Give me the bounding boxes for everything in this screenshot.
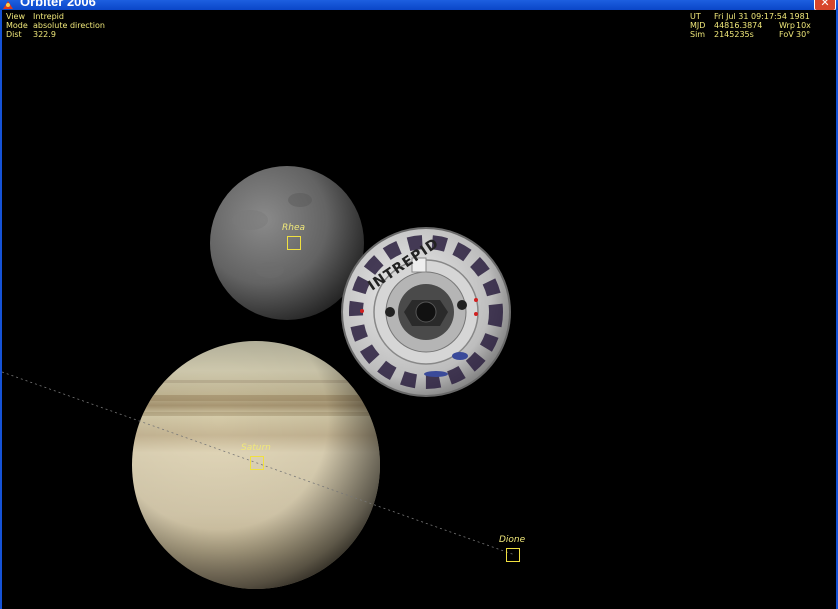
hud-key: Sim: [690, 30, 706, 39]
hud-key: UT: [690, 12, 701, 21]
hud-row-mode: Mode absolute direction: [6, 21, 105, 30]
space-scene[interactable]: INTREPID: [0, 0, 838, 609]
hud-value: absolute direction: [33, 21, 105, 30]
dione-marker[interactable]: [506, 548, 520, 562]
saturn-label: Saturn: [241, 443, 271, 453]
hud-key-fov: FoV: [779, 30, 794, 39]
hud-value-warp: 10x: [796, 21, 811, 30]
intrepid-spacecraft[interactable]: INTREPID: [341, 227, 511, 397]
hud-key: View: [6, 12, 25, 21]
hud-row-mjd: MJD 44816.3874 Wrp10x: [690, 21, 811, 30]
hud-row-view: View Intrepid: [6, 12, 105, 21]
hud-key-warp: Wrp: [779, 21, 795, 30]
hud-row-ut: UT Fri Jul 31 09:17:54 1981: [690, 12, 811, 21]
rhea-label: Rhea: [282, 223, 306, 233]
rhea-marker[interactable]: [287, 236, 301, 250]
window-frame-left: [0, 10, 2, 609]
hud-row-dist: Dist 322.9: [6, 30, 105, 39]
hud-key: Mode: [6, 21, 28, 30]
hud-value: Intrepid: [33, 12, 64, 21]
hud-value: 2145235s: [714, 30, 754, 39]
hud-value: Fri Jul 31 09:17:54 1981: [714, 12, 810, 21]
hud-camera-info: View Intrepid Mode absolute direction Dist…: [6, 12, 105, 39]
hud-value-fov: 30°: [796, 30, 811, 39]
hud-value: 322.9: [33, 30, 56, 39]
saturn-marker[interactable]: [250, 456, 264, 470]
hud-key: Dist: [6, 30, 22, 39]
hud-value: 44816.3874: [714, 21, 763, 30]
hud-row-sim: Sim 2145235s FoV 30°: [690, 30, 811, 39]
hud-key: MJD: [690, 21, 706, 30]
dione-label: Dione: [499, 535, 526, 545]
hud-time-info: UT Fri Jul 31 09:17:54 1981 MJD 44816.3874…: [690, 12, 811, 39]
